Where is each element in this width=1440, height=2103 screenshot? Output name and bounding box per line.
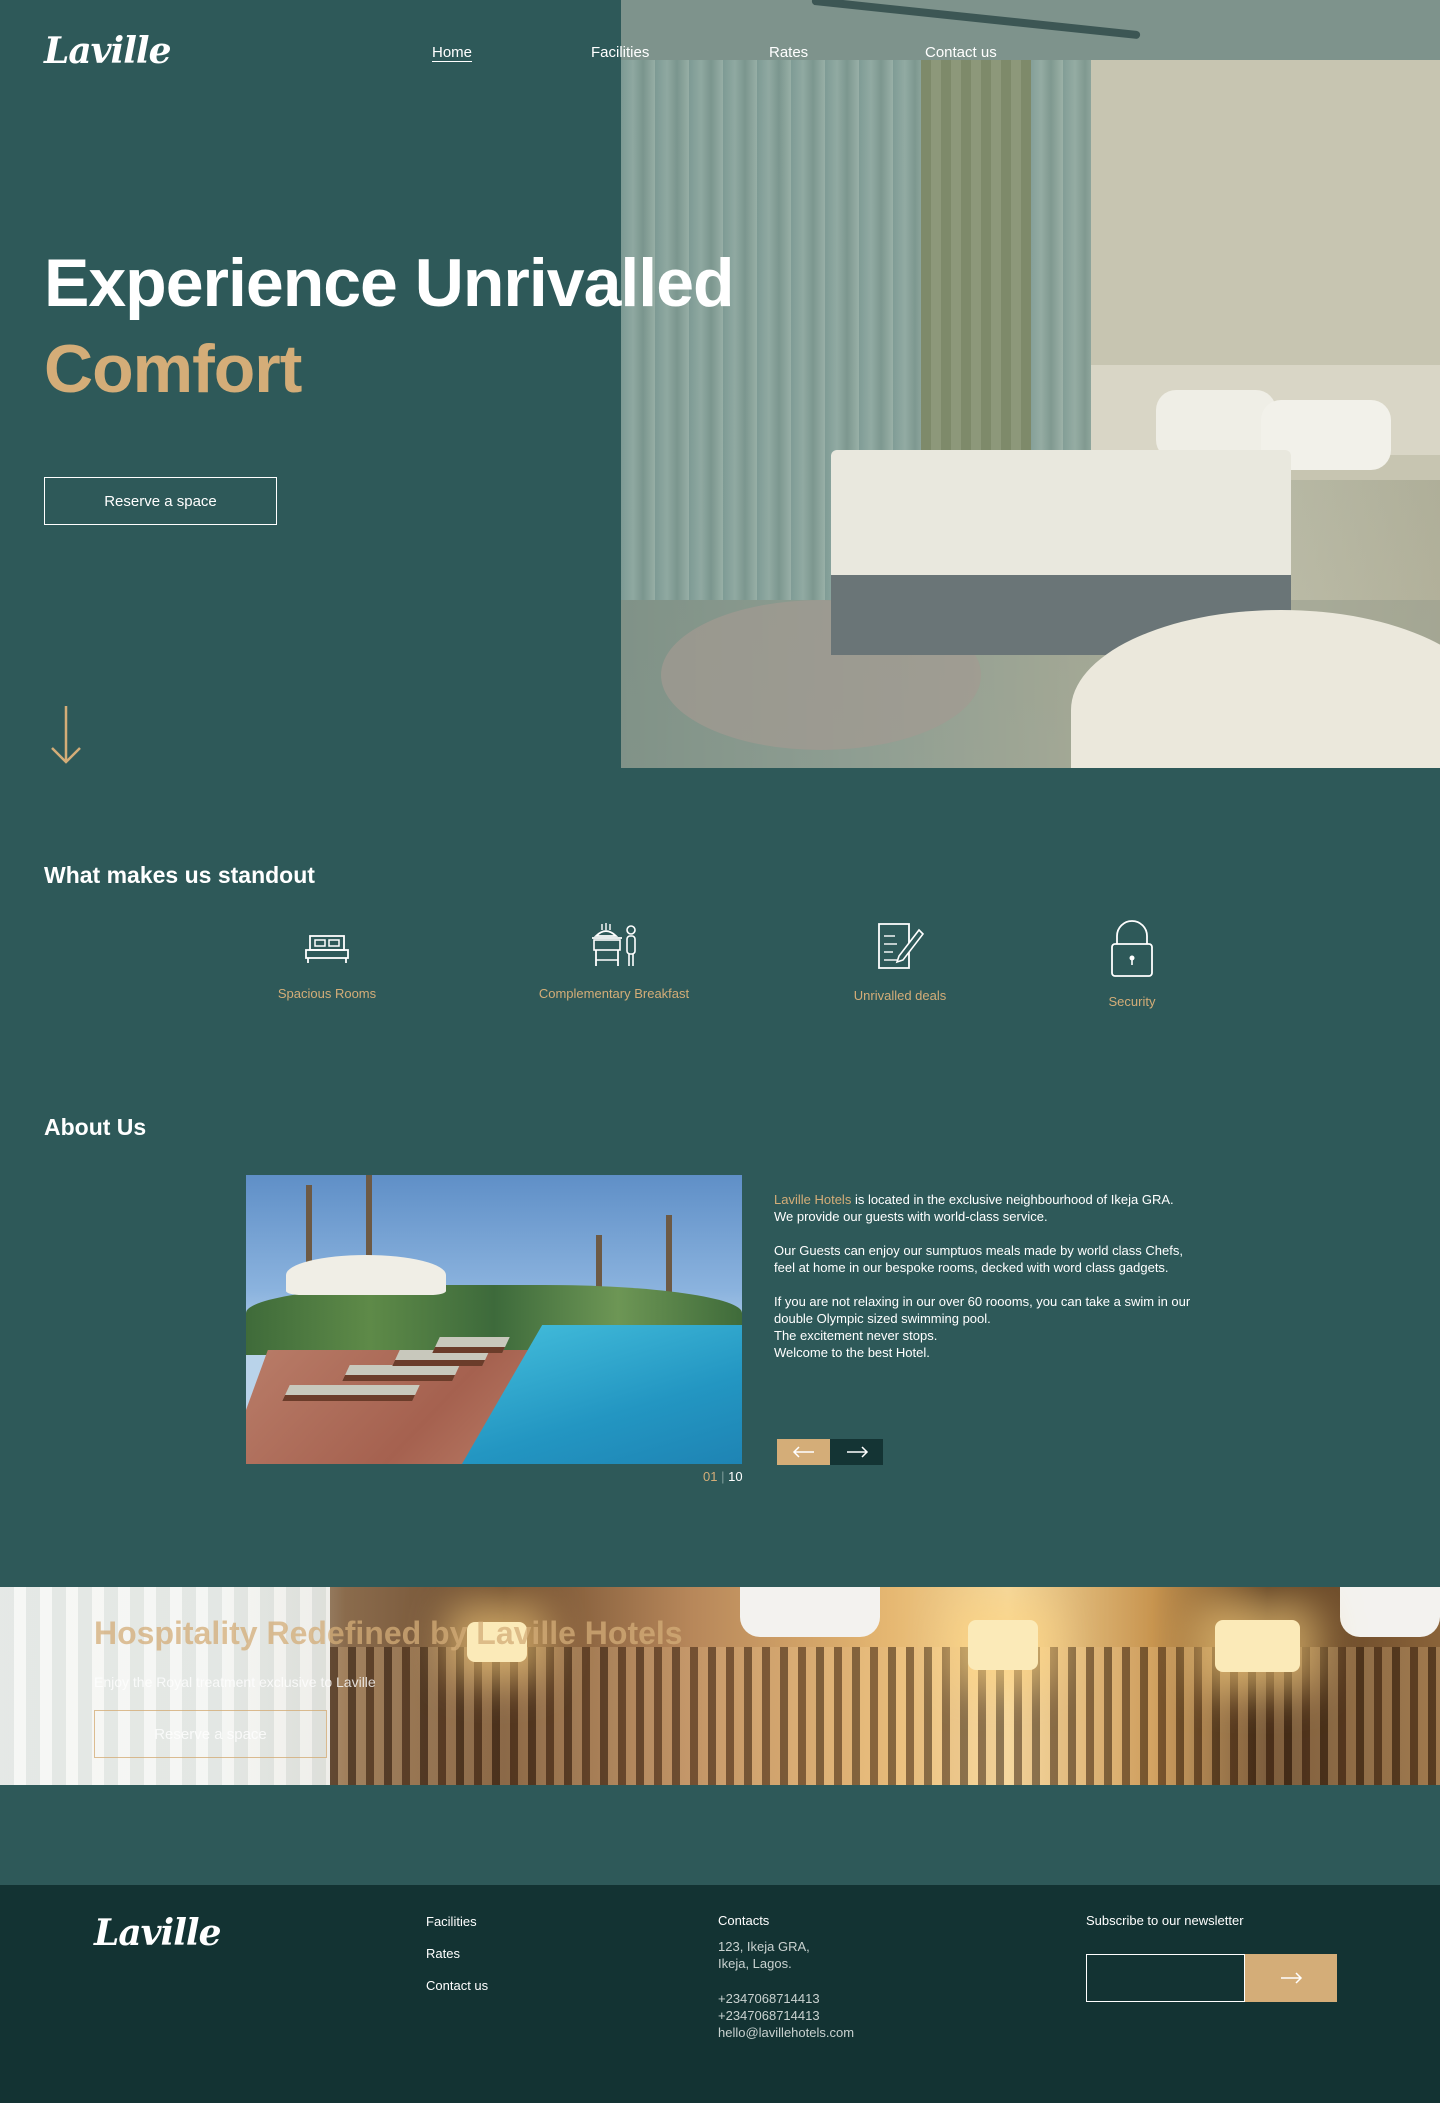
about-paragraph-1-line2: We provide our guests with world-class s… bbox=[774, 1209, 1048, 1224]
footer-link-contact-us[interactable]: Contact us bbox=[426, 1978, 488, 1993]
reserve-space-button[interactable]: Reserve a space bbox=[44, 477, 277, 525]
arrow-left-icon bbox=[792, 1446, 814, 1458]
about-title: About Us bbox=[44, 1114, 147, 1140]
about-paragraph-3: If you are not relaxing in our over 60 r… bbox=[774, 1294, 1191, 1326]
banner-reserve-button[interactable]: Reserve a space bbox=[94, 1710, 327, 1758]
newsletter-submit-button[interactable] bbox=[1245, 1954, 1337, 2002]
slide-counter-separator: | bbox=[721, 1469, 725, 1484]
scroll-down-arrow-icon[interactable] bbox=[48, 704, 84, 766]
next-slide-button[interactable] bbox=[830, 1439, 883, 1465]
arrow-right-icon bbox=[846, 1446, 868, 1458]
footer-address-line2: Ikeja, Lagos. bbox=[718, 1956, 792, 1971]
newsletter-email-input[interactable] bbox=[1086, 1954, 1245, 2002]
slide-counter: 01 | 10 bbox=[703, 1469, 743, 1484]
feature-label: Unrivalled deals bbox=[853, 988, 947, 1003]
footer-logo[interactable]: Laville bbox=[94, 1912, 221, 1954]
feature-unrivalled-deals: Unrivalled deals bbox=[790, 920, 1010, 1003]
about-brand-highlight: Laville Hotels bbox=[774, 1192, 852, 1207]
feature-label: Spacious Rooms bbox=[277, 986, 377, 1001]
nav-home[interactable]: Home bbox=[432, 44, 472, 61]
footer-address: 123, Ikeja GRA, Ikeja, Lagos. bbox=[718, 1938, 810, 1972]
feature-spacious-rooms: Spacious Rooms bbox=[217, 920, 437, 1001]
footer-phone-1[interactable]: +2347068714413 bbox=[718, 1990, 854, 2007]
about-paragraph-3-line2: The excitement never stops. bbox=[774, 1328, 938, 1343]
feature-complementary-breakfast: Complementary Breakfast bbox=[504, 920, 724, 1001]
footer-contacts-title: Contacts bbox=[718, 1913, 770, 1928]
document-pen-icon bbox=[878, 923, 925, 969]
footer-email[interactable]: hello@lavillehotels.com bbox=[718, 2024, 854, 2041]
nav-contact-us[interactable]: Contact us bbox=[925, 44, 997, 61]
slide-counter-total: 10 bbox=[728, 1469, 743, 1484]
footer-phone-2[interactable]: +2347068714413 bbox=[718, 2007, 854, 2024]
feature-label: Security bbox=[1108, 994, 1156, 1009]
banner-title: Hospitality Redefined by Laville Hotels bbox=[94, 1615, 683, 1651]
slider-nav bbox=[777, 1439, 883, 1465]
about-description: Laville Hotels is located in the exclusi… bbox=[774, 1191, 1204, 1378]
feature-label: Complementary Breakfast bbox=[538, 986, 690, 1001]
prev-slide-button[interactable] bbox=[777, 1439, 830, 1465]
newsletter-title: Subscribe to our newsletter bbox=[1086, 1913, 1244, 1928]
hero-bedroom-image bbox=[621, 0, 1440, 768]
hero-title: Experience Unrivalled bbox=[44, 245, 735, 321]
padlock-icon bbox=[1111, 920, 1153, 977]
about-paragraph-1: is located in the exclusive neighbourhoo… bbox=[851, 1192, 1174, 1207]
footer-contact-details: +2347068714413 +2347068714413 hello@lavi… bbox=[718, 1990, 854, 2041]
standout-title: What makes us standout bbox=[44, 862, 315, 888]
feature-security: Security bbox=[1022, 920, 1242, 1009]
about-paragraph-2: Our Guests can enjoy our sumptuos meals … bbox=[774, 1243, 1183, 1275]
about-paragraph-3-line3: Welcome to the best Hotel. bbox=[774, 1345, 930, 1360]
footer-address-line1: 123, Ikeja GRA, bbox=[718, 1939, 810, 1954]
arrow-right-icon bbox=[1281, 1972, 1303, 1984]
footer-link-facilities[interactable]: Facilities bbox=[426, 1914, 477, 1929]
banner-subtitle: Enjoy the Royal treatment exclusive to L… bbox=[94, 1674, 376, 1690]
bed-icon bbox=[305, 935, 349, 963]
slide-counter-current: 01 bbox=[703, 1469, 718, 1484]
about-pool-image bbox=[246, 1175, 742, 1464]
main-nav: Home Facilities Rates Contact us bbox=[0, 44, 1440, 68]
breakfast-service-icon bbox=[592, 923, 636, 966]
footer-link-rates[interactable]: Rates bbox=[426, 1946, 460, 1961]
hero-title-accent: Comfort bbox=[44, 331, 302, 407]
nav-rates[interactable]: Rates bbox=[769, 44, 808, 61]
nav-facilities[interactable]: Facilities bbox=[591, 44, 649, 61]
